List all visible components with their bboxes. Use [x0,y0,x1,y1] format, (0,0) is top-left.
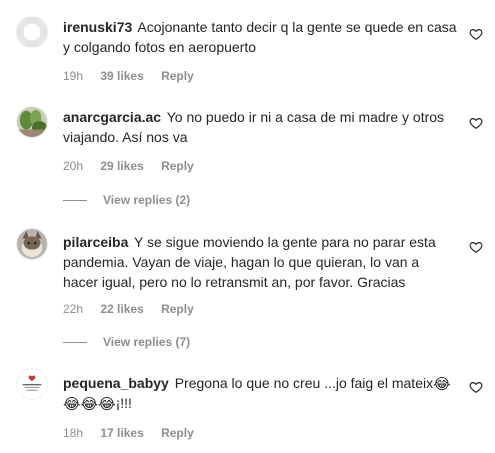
reply-button[interactable]: Reply [161,69,194,83]
comment-meta: 22h 22 likes Reply [63,301,208,317]
laughing-emoji-icon: 😂 [63,396,81,413]
comment-likes[interactable]: 17 likes [100,426,143,440]
comment-body: pilarceiba Y se sigue moviendo la gente … [63,232,457,292]
laughing-emoji-icon: 😂 [98,396,116,413]
heart-outline-icon [469,118,483,129]
comment-text: Pregona lo que no creu ...jo faig el mat… [174,375,434,391]
like-button[interactable] [469,116,483,130]
comment-time[interactable]: 20h [63,159,83,173]
comment-text-suffix: ¡!!! [115,395,132,411]
view-replies-label: View replies (7) [103,335,191,349]
avatar[interactable] [16,228,48,260]
like-button[interactable] [469,380,483,394]
comment-body: pequena_babyy Pregona lo que no creu ...… [63,373,457,413]
cat-photo-avatar-icon [17,229,47,259]
heart-outline-icon [469,382,483,393]
replies-divider-line [63,199,87,201]
comment-time[interactable]: 22h [63,302,83,316]
comment-likes[interactable]: 22 likes [100,302,143,316]
default-avatar-icon [17,17,47,47]
comment-body: irenuski73 Acojonante tanto decir q la g… [63,17,457,57]
reply-button[interactable]: Reply [161,426,194,440]
heart-outline-icon [469,242,483,253]
comment-meta: 18h 17 likes Reply [63,425,208,441]
laughing-emoji-icon: 😂 [80,396,99,413]
comment-meta: 20h 29 likes Reply [63,158,208,174]
reply-button[interactable]: Reply [161,159,194,173]
view-replies-button[interactable]: View replies (7) [63,334,190,350]
comment-body: anarcgarcia.ac Yo no puedo ir ni a casa … [63,107,457,147]
logo-avatar-icon [17,369,47,399]
comment-time[interactable]: 19h [63,69,83,83]
avatar[interactable] [16,106,48,138]
heart-outline-icon [469,29,483,40]
comment-username[interactable]: pequena_babyy [63,375,169,391]
like-button[interactable] [469,27,483,41]
plant-photo-avatar-icon [17,107,47,137]
like-button[interactable] [469,240,483,254]
comment-username[interactable]: anarcgarcia.ac [63,109,161,125]
comment-username[interactable]: irenuski73 [63,19,132,35]
replies-divider-line [63,341,87,343]
comment-likes[interactable]: 39 likes [100,69,143,83]
view-replies-button[interactable]: View replies (2) [63,192,190,208]
laughing-emoji-icon: 😂 [433,376,451,393]
comment-likes[interactable]: 29 likes [100,159,143,173]
comment-username[interactable]: pilarceiba [63,234,128,250]
comment-time[interactable]: 18h [63,426,83,440]
comment-meta: 19h 39 likes Reply [63,68,208,84]
avatar[interactable] [16,16,48,48]
avatar[interactable] [16,368,48,400]
reply-button[interactable]: Reply [161,302,194,316]
view-replies-label: View replies (2) [103,193,191,207]
